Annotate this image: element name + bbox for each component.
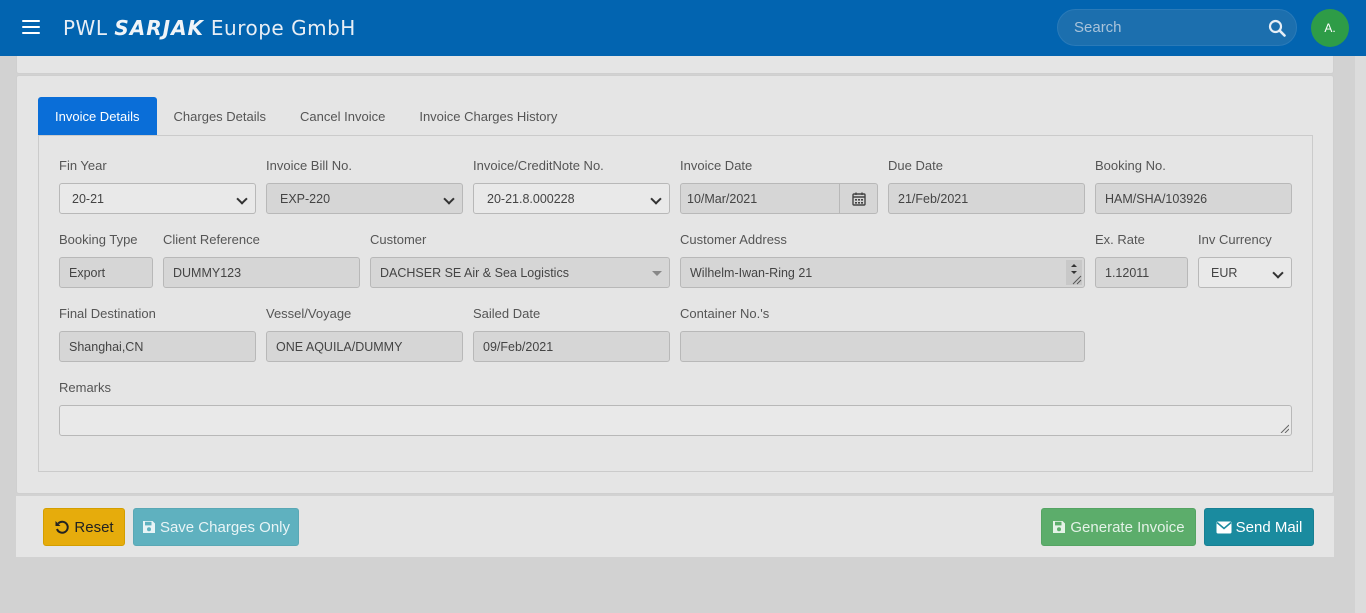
invoice-tabs: Invoice Details Charges Details Cancel I… (38, 97, 574, 135)
inv-currency-label: Inv Currency (1198, 232, 1272, 247)
vessel-voyage-label: Vessel/Voyage (266, 306, 352, 321)
container-nos-field[interactable] (680, 331, 1085, 362)
fin-year-label: Fin Year (59, 158, 107, 173)
due-date-value: 21/Feb/2021 (898, 191, 969, 206)
invoice-details-pane: Fin Year 20-21 Invoice Bill No. EXP-220 … (38, 135, 1313, 472)
invoice-bill-no-select[interactable]: EXP-220 (266, 183, 463, 214)
vessel-voyage-field[interactable]: ONE AQUILA/DUMMY (266, 331, 463, 362)
fin-year-select[interactable]: 20-21 (59, 183, 256, 214)
brand-suffix: Europe GmbH (210, 16, 356, 40)
hamburger-menu-icon[interactable] (22, 20, 40, 36)
resize-handle-icon[interactable] (1280, 424, 1289, 433)
save-charges-only-button[interactable]: Save Charges Only (133, 508, 299, 546)
client-reference-value: DUMMY123 (173, 265, 242, 280)
due-date-label: Due Date (888, 158, 943, 173)
invoice-date-field[interactable]: 10/Mar/2021 (680, 183, 878, 214)
client-reference-field[interactable]: DUMMY123 (163, 257, 360, 288)
tab-invoice-details[interactable]: Invoice Details (38, 97, 157, 135)
sailed-date-field[interactable]: 09/Feb/2021 (473, 331, 670, 362)
due-date-field[interactable]: 21/Feb/2021 (888, 183, 1085, 214)
invoice-credit-note-no-label: Invoice/CreditNote No. (473, 158, 604, 173)
tab-charges-details[interactable]: Charges Details (157, 97, 284, 135)
fin-year-value: 20-21 (72, 191, 104, 206)
ex-rate-label: Ex. Rate (1095, 232, 1145, 247)
ex-rate-field[interactable]: 1.12011 (1095, 257, 1188, 288)
tab-cancel-invoice[interactable]: Cancel Invoice (283, 97, 402, 135)
invoice-bill-no-label: Invoice Bill No. (266, 158, 352, 173)
send-mail-button[interactable]: Send Mail (1204, 508, 1314, 546)
final-destination-field[interactable]: Shanghai,CN (59, 331, 256, 362)
booking-type-label: Booking Type (59, 232, 138, 247)
sailed-date-value: 09/Feb/2021 (483, 339, 554, 354)
customer-address-value: Wilhelm-Iwan-Ring 21 (690, 265, 813, 280)
customer-label: Customer (370, 232, 427, 247)
container-nos-label: Container No.'s (680, 306, 770, 321)
search-icon[interactable] (1268, 19, 1286, 37)
invoice-credit-note-no-value: 20-21.8.000228 (487, 191, 575, 206)
generate-invoice-button[interactable]: Generate Invoice (1041, 508, 1196, 546)
invoice-date-label: Invoice Date (680, 158, 753, 173)
customer-address-textarea[interactable]: Wilhelm-Iwan-Ring 21 (680, 257, 1085, 288)
floppy-icon (142, 521, 155, 533)
page-scrollbar[interactable] (1355, 56, 1366, 613)
inv-currency-value: EUR (1211, 265, 1238, 280)
invoice-bill-no-value: EXP-220 (280, 191, 331, 206)
booking-no-field[interactable]: HAM/SHA/103926 (1095, 183, 1292, 214)
inv-currency-select[interactable]: EUR (1198, 257, 1292, 288)
invoice-card: Invoice Details Charges Details Cancel I… (16, 75, 1334, 494)
tab-invoice-charges-history[interactable]: Invoice Charges History (402, 97, 574, 135)
top-navbar: PWL SARJAK Europe GmbH A. (0, 0, 1366, 56)
search-input[interactable] (1058, 10, 1258, 45)
booking-type-value: Export (69, 265, 106, 280)
customer-address-label: Customer Address (680, 232, 787, 247)
envelope-icon (1216, 521, 1232, 533)
vessel-voyage-value: ONE AQUILA/DUMMY (276, 339, 403, 354)
brand-title: PWL SARJAK Europe GmbH (63, 16, 356, 40)
brand-prefix: PWL (63, 16, 108, 40)
floppy-icon (1053, 521, 1066, 533)
sailed-date-label: Sailed Date (473, 306, 541, 321)
textarea-scroll-arrows[interactable] (1066, 260, 1082, 285)
send-mail-label: Send Mail (1235, 518, 1303, 536)
reset-button[interactable]: Reset (43, 508, 125, 546)
invoice-date-value: 10/Mar/2021 (687, 191, 758, 206)
remarks-label: Remarks (59, 380, 112, 395)
calendar-icon[interactable] (839, 184, 877, 213)
client-reference-label: Client Reference (163, 232, 260, 247)
booking-no-value: HAM/SHA/103926 (1105, 191, 1208, 206)
booking-type-field[interactable]: Export (59, 257, 153, 288)
collapsed-panel (16, 56, 1334, 74)
booking-no-label: Booking No. (1095, 158, 1166, 173)
ex-rate-value: 1.12011 (1105, 265, 1150, 280)
reset-label: Reset (74, 518, 114, 536)
undo-icon (55, 520, 70, 534)
action-bar: Reset Save Charges Only Generate Invoice… (16, 496, 1334, 557)
search-box (1057, 9, 1297, 46)
save-charges-only-label: Save Charges Only (159, 518, 291, 536)
customer-value: DACHSER SE Air & Sea Logistics (380, 265, 569, 280)
user-avatar[interactable]: A. (1311, 9, 1349, 47)
final-destination-value: Shanghai,CN (69, 339, 144, 354)
final-destination-label: Final Destination (59, 306, 156, 321)
remarks-textarea[interactable] (59, 405, 1292, 436)
invoice-credit-note-no-select[interactable]: 20-21.8.000228 (473, 183, 670, 214)
brand-logo-word: SARJAK (114, 16, 205, 40)
customer-select[interactable]: DACHSER SE Air & Sea Logistics (370, 257, 670, 288)
generate-invoice-label: Generate Invoice (1070, 518, 1185, 536)
